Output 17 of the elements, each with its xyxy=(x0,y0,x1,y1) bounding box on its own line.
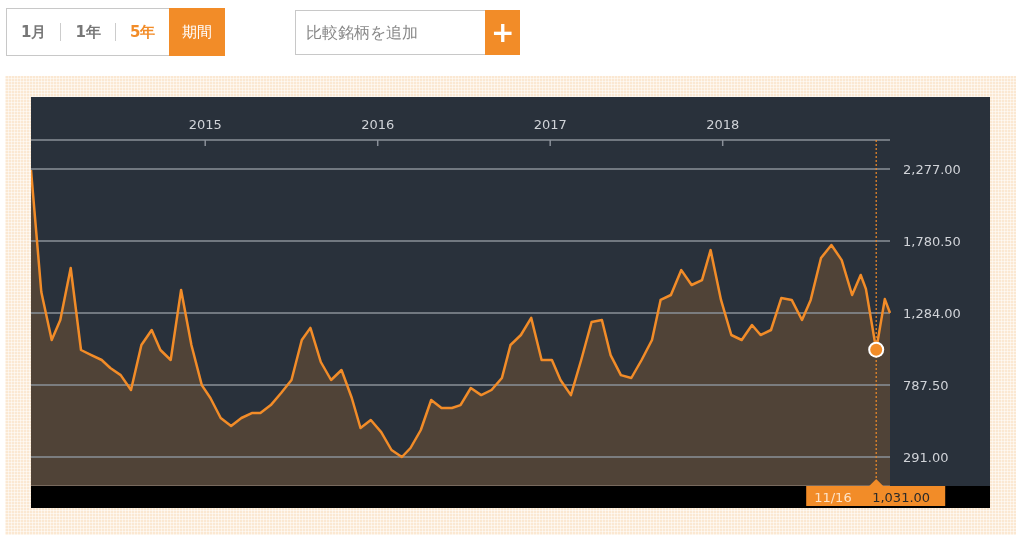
period-tab[interactable]: 1年 xyxy=(61,22,115,42)
period-button[interactable]: 期間 xyxy=(169,8,226,56)
axis-label: 787.50 xyxy=(903,378,949,393)
axis-label: 1,780.50 xyxy=(903,234,961,249)
date-label: 11/16 xyxy=(814,490,852,505)
axis-label: 291.00 xyxy=(903,450,949,465)
axis-label: 2018 xyxy=(706,117,740,132)
axis-label: 2,277.00 xyxy=(903,162,961,177)
search-field[interactable]: 比較銘柄を追加 xyxy=(295,9,486,55)
axis-label: 1,284.00 xyxy=(903,306,961,321)
add-button[interactable]: + xyxy=(485,9,521,55)
period-tab[interactable]: 5年 xyxy=(115,22,170,42)
value-label: 1,031.00 xyxy=(872,490,931,505)
axis-label: 2015 xyxy=(188,117,222,132)
period-tab[interactable]: 1月 xyxy=(7,22,61,42)
axis-label: 2016 xyxy=(361,117,395,132)
axis-label: 2017 xyxy=(533,117,567,132)
